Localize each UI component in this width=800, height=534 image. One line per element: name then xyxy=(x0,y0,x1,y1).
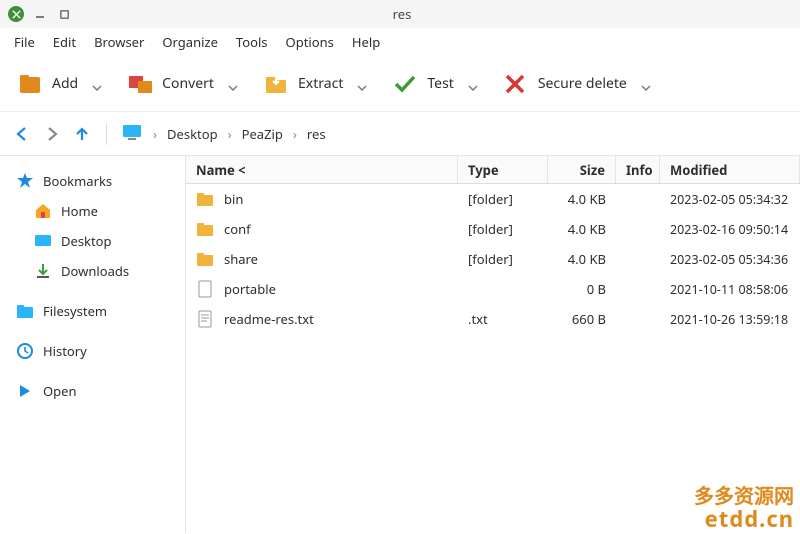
desktop-icon xyxy=(34,232,52,250)
folder-icon xyxy=(196,190,214,208)
sidebar-item-home[interactable]: Home xyxy=(6,196,179,226)
star-icon xyxy=(16,172,34,190)
delete-icon xyxy=(504,73,530,95)
sidebar: Bookmarks Home Desktop Downloads Filesys… xyxy=(0,156,185,533)
file-icon xyxy=(196,280,214,298)
extract-icon xyxy=(264,73,290,95)
menu-file[interactable]: File xyxy=(6,29,43,55)
menu-tools[interactable]: Tools xyxy=(228,29,276,55)
file-row[interactable]: conf[folder]4.0 KB2023-02-16 09:50:14 xyxy=(186,214,800,244)
col-type[interactable]: Type xyxy=(458,156,548,183)
nav-up-button[interactable] xyxy=(72,124,92,144)
test-button[interactable]: Test xyxy=(385,67,461,101)
extract-dropdown[interactable] xyxy=(357,79,367,89)
nav-back-button[interactable] xyxy=(12,124,32,144)
titlebar: res xyxy=(0,0,800,28)
convert-dropdown[interactable] xyxy=(228,79,238,89)
convert-button[interactable]: Convert xyxy=(120,67,222,101)
col-size[interactable]: Size xyxy=(548,156,616,183)
test-dropdown[interactable] xyxy=(468,79,478,89)
file-row[interactable]: portable0 B2021-10-11 08:58:06 xyxy=(186,274,800,304)
pc-icon[interactable] xyxy=(121,123,143,145)
check-icon xyxy=(393,73,419,95)
file-row[interactable]: readme-res.txt.txt660 B2021-10-26 13:59:… xyxy=(186,304,800,334)
menu-help[interactable]: Help xyxy=(344,29,388,55)
toolbar: Add Convert Extract Test Secure delete xyxy=(0,56,800,112)
window-title: res xyxy=(80,5,724,23)
col-name[interactable]: Name < xyxy=(186,156,458,183)
file-row[interactable]: bin[folder]4.0 KB2023-02-05 05:34:32 xyxy=(186,184,800,214)
addressbar: › Desktop › PeaZip › res xyxy=(0,112,800,156)
menu-browser[interactable]: Browser xyxy=(86,29,152,55)
crumb-peazip[interactable]: PeaZip xyxy=(242,125,283,143)
sidebar-history[interactable]: History xyxy=(6,336,179,366)
convert-icon xyxy=(128,73,154,95)
sidebar-item-desktop[interactable]: Desktop xyxy=(6,226,179,256)
menu-options[interactable]: Options xyxy=(278,29,342,55)
column-headers: Name < Type Size Info Modified xyxy=(186,156,800,184)
breadcrumb: › Desktop › PeaZip › res xyxy=(121,123,326,145)
play-icon xyxy=(16,382,34,400)
add-icon xyxy=(18,73,44,95)
menu-edit[interactable]: Edit xyxy=(45,29,84,55)
window-close-button[interactable] xyxy=(8,6,24,22)
add-button[interactable]: Add xyxy=(10,67,86,101)
add-dropdown[interactable] xyxy=(92,79,102,89)
file-row[interactable]: share[folder]4.0 KB2023-02-05 05:34:36 xyxy=(186,244,800,274)
crumb-desktop[interactable]: Desktop xyxy=(167,125,218,143)
sidebar-open[interactable]: Open xyxy=(6,376,179,406)
sidebar-bookmarks[interactable]: Bookmarks xyxy=(6,166,179,196)
watermark: 多多资源网 etdd.cn xyxy=(694,485,794,531)
folder-icon xyxy=(16,302,34,320)
extract-button[interactable]: Extract xyxy=(256,67,351,101)
col-modified[interactable]: Modified xyxy=(660,156,800,183)
secure-delete-dropdown[interactable] xyxy=(641,79,651,89)
menu-organize[interactable]: Organize xyxy=(154,29,226,55)
window-maximize-button[interactable] xyxy=(56,6,72,22)
sidebar-filesystem[interactable]: Filesystem xyxy=(6,296,179,326)
history-icon xyxy=(16,342,34,360)
download-icon xyxy=(34,262,52,280)
folder-icon xyxy=(196,220,214,238)
home-icon xyxy=(34,202,52,220)
file-text-icon xyxy=(196,310,214,328)
crumb-res[interactable]: res xyxy=(307,125,326,143)
file-list: Name < Type Size Info Modified bin[folde… xyxy=(185,156,800,533)
col-info[interactable]: Info xyxy=(616,156,660,183)
nav-forward-button[interactable] xyxy=(42,124,62,144)
sidebar-item-downloads[interactable]: Downloads xyxy=(6,256,179,286)
secure-delete-button[interactable]: Secure delete xyxy=(496,67,635,101)
folder-icon xyxy=(196,250,214,268)
menubar: File Edit Browser Organize Tools Options… xyxy=(0,28,800,56)
window-minimize-button[interactable] xyxy=(32,6,48,22)
